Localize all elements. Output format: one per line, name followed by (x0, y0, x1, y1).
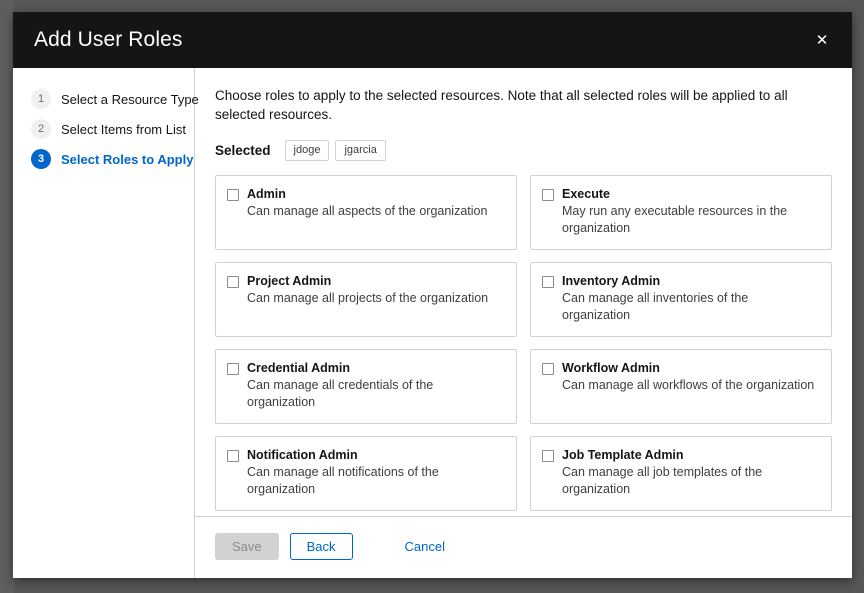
role-checkbox[interactable] (542, 189, 554, 201)
selected-chip[interactable]: jgarcia (335, 140, 385, 161)
role-checkbox[interactable] (227, 276, 239, 288)
role-checkbox[interactable] (542, 363, 554, 375)
role-card[interactable]: Credential AdminCan manage all credentia… (215, 349, 517, 424)
wizard-step-3[interactable]: 3 Select Roles to Apply (13, 144, 194, 174)
wizard-steps-nav: 1Select a Resource Type 2 Select Items fro… (13, 68, 195, 578)
role-name: Project Admin (247, 273, 488, 289)
role-checkbox[interactable] (227, 363, 239, 375)
wizard-step-2[interactable]: 2 Select Items from List (13, 114, 194, 144)
role-text-block: Notification AdminCan manage all notific… (247, 447, 504, 498)
save-button[interactable]: Save (215, 533, 279, 560)
role-description: Can manage all job templates of the orga… (562, 464, 819, 498)
role-name: Inventory Admin (562, 273, 819, 289)
role-card[interactable]: AdminCan manage all aspects of the organ… (215, 175, 517, 250)
roles-scroll-area[interactable]: Choose roles to apply to the selected re… (195, 68, 852, 516)
role-text-block: Project AdminCan manage all projects of … (247, 273, 488, 307)
role-description: Can manage all aspects of the organizati… (247, 203, 487, 220)
role-text-block: Inventory AdminCan manage all inventorie… (562, 273, 819, 324)
wizard-step-1[interactable]: 1Select a Resource Type (13, 84, 194, 114)
add-user-roles-modal: Add User Roles ✕ 1Select a Resource Type… (13, 12, 852, 578)
modal-header: Add User Roles ✕ (13, 12, 852, 68)
role-description: Can manage all projects of the organizat… (247, 290, 488, 307)
role-card[interactable]: Project AdminCan manage all projects of … (215, 262, 517, 337)
role-description: May run any executable resources in the … (562, 203, 819, 237)
role-text-block: AdminCan manage all aspects of the organ… (247, 186, 487, 220)
role-card[interactable]: Job Template AdminCan manage all job tem… (530, 436, 832, 511)
wizard-step-label: Select a Resource Type (61, 92, 199, 107)
role-checkbox[interactable] (542, 276, 554, 288)
role-name: Workflow Admin (562, 360, 814, 376)
role-text-block: Workflow AdminCan manage all workflows o… (562, 360, 814, 394)
selected-label: Selected (215, 143, 271, 158)
role-card[interactable]: Inventory AdminCan manage all inventorie… (530, 262, 832, 337)
role-description: Can manage all inventories of the organi… (562, 290, 819, 324)
close-icon[interactable]: ✕ (806, 24, 838, 56)
selected-chip[interactable]: jdoge (285, 140, 330, 161)
wizard-step-number: 1 (31, 89, 51, 109)
roles-grid: AdminCan manage all aspects of the organ… (215, 175, 832, 516)
modal-content-column: Choose roles to apply to the selected re… (195, 68, 852, 578)
role-checkbox[interactable] (227, 189, 239, 201)
wizard-step-number: 2 (31, 119, 51, 139)
role-name: Credential Admin (247, 360, 504, 376)
role-card[interactable]: ExecuteMay run any executable resources … (530, 175, 832, 250)
role-text-block: ExecuteMay run any executable resources … (562, 186, 819, 237)
role-name: Notification Admin (247, 447, 504, 463)
role-name: Execute (562, 186, 819, 202)
modal-footer: Save Back Cancel (195, 516, 852, 578)
role-card[interactable]: Notification AdminCan manage all notific… (215, 436, 517, 511)
role-description: Can manage all notifications of the orga… (247, 464, 504, 498)
role-checkbox[interactable] (542, 450, 554, 462)
selected-chip-group: jdogejgarcia (285, 140, 386, 161)
role-description: Can manage all workflows of the organiza… (562, 377, 814, 394)
page-behind-modal (0, 0, 14, 593)
role-text-block: Job Template AdminCan manage all job tem… (562, 447, 819, 498)
role-text-block: Credential AdminCan manage all credentia… (247, 360, 504, 411)
instructions-text: Choose roles to apply to the selected re… (215, 86, 815, 124)
wizard-step-label: Select Roles to Apply (61, 152, 193, 167)
modal-backdrop-shade (0, 0, 14, 593)
selected-resources-row: Selected jdogejgarcia (215, 140, 832, 161)
wizard-step-label: Select Items from List (61, 122, 186, 137)
role-description: Can manage all credentials of the organi… (247, 377, 504, 411)
role-checkbox[interactable] (227, 450, 239, 462)
modal-body: 1Select a Resource Type2Select Items fro… (13, 68, 852, 578)
role-name: Admin (247, 186, 487, 202)
cancel-button[interactable]: Cancel (391, 533, 459, 560)
role-card[interactable]: Workflow AdminCan manage all workflows o… (530, 349, 832, 424)
wizard-step-number: 3 (31, 149, 51, 169)
page-title: Add User Roles (34, 28, 182, 52)
back-button[interactable]: Back (290, 533, 353, 560)
role-name: Job Template Admin (562, 447, 819, 463)
